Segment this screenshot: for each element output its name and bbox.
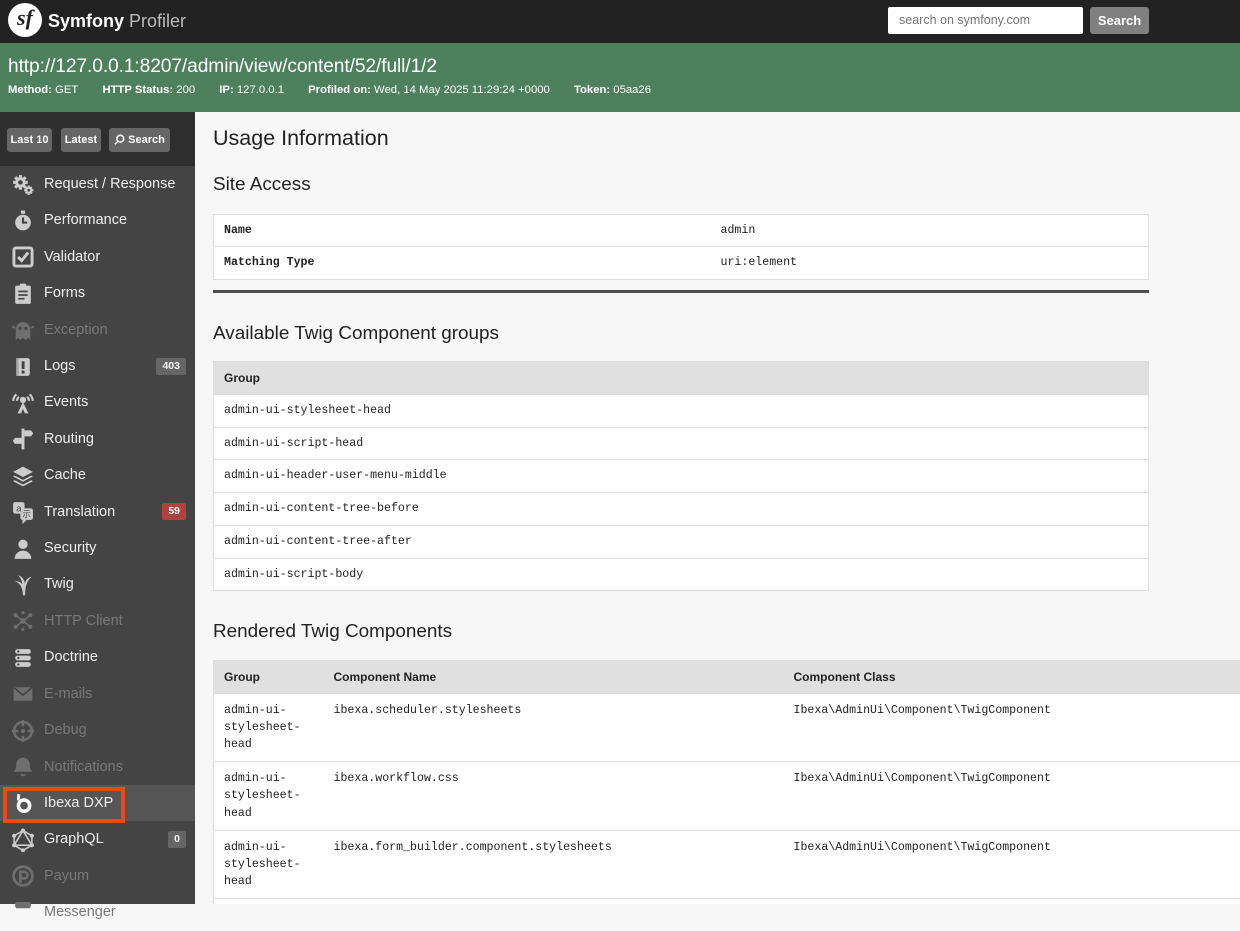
- svg-text:a: a: [16, 503, 22, 514]
- svg-text:示: 示: [22, 509, 30, 519]
